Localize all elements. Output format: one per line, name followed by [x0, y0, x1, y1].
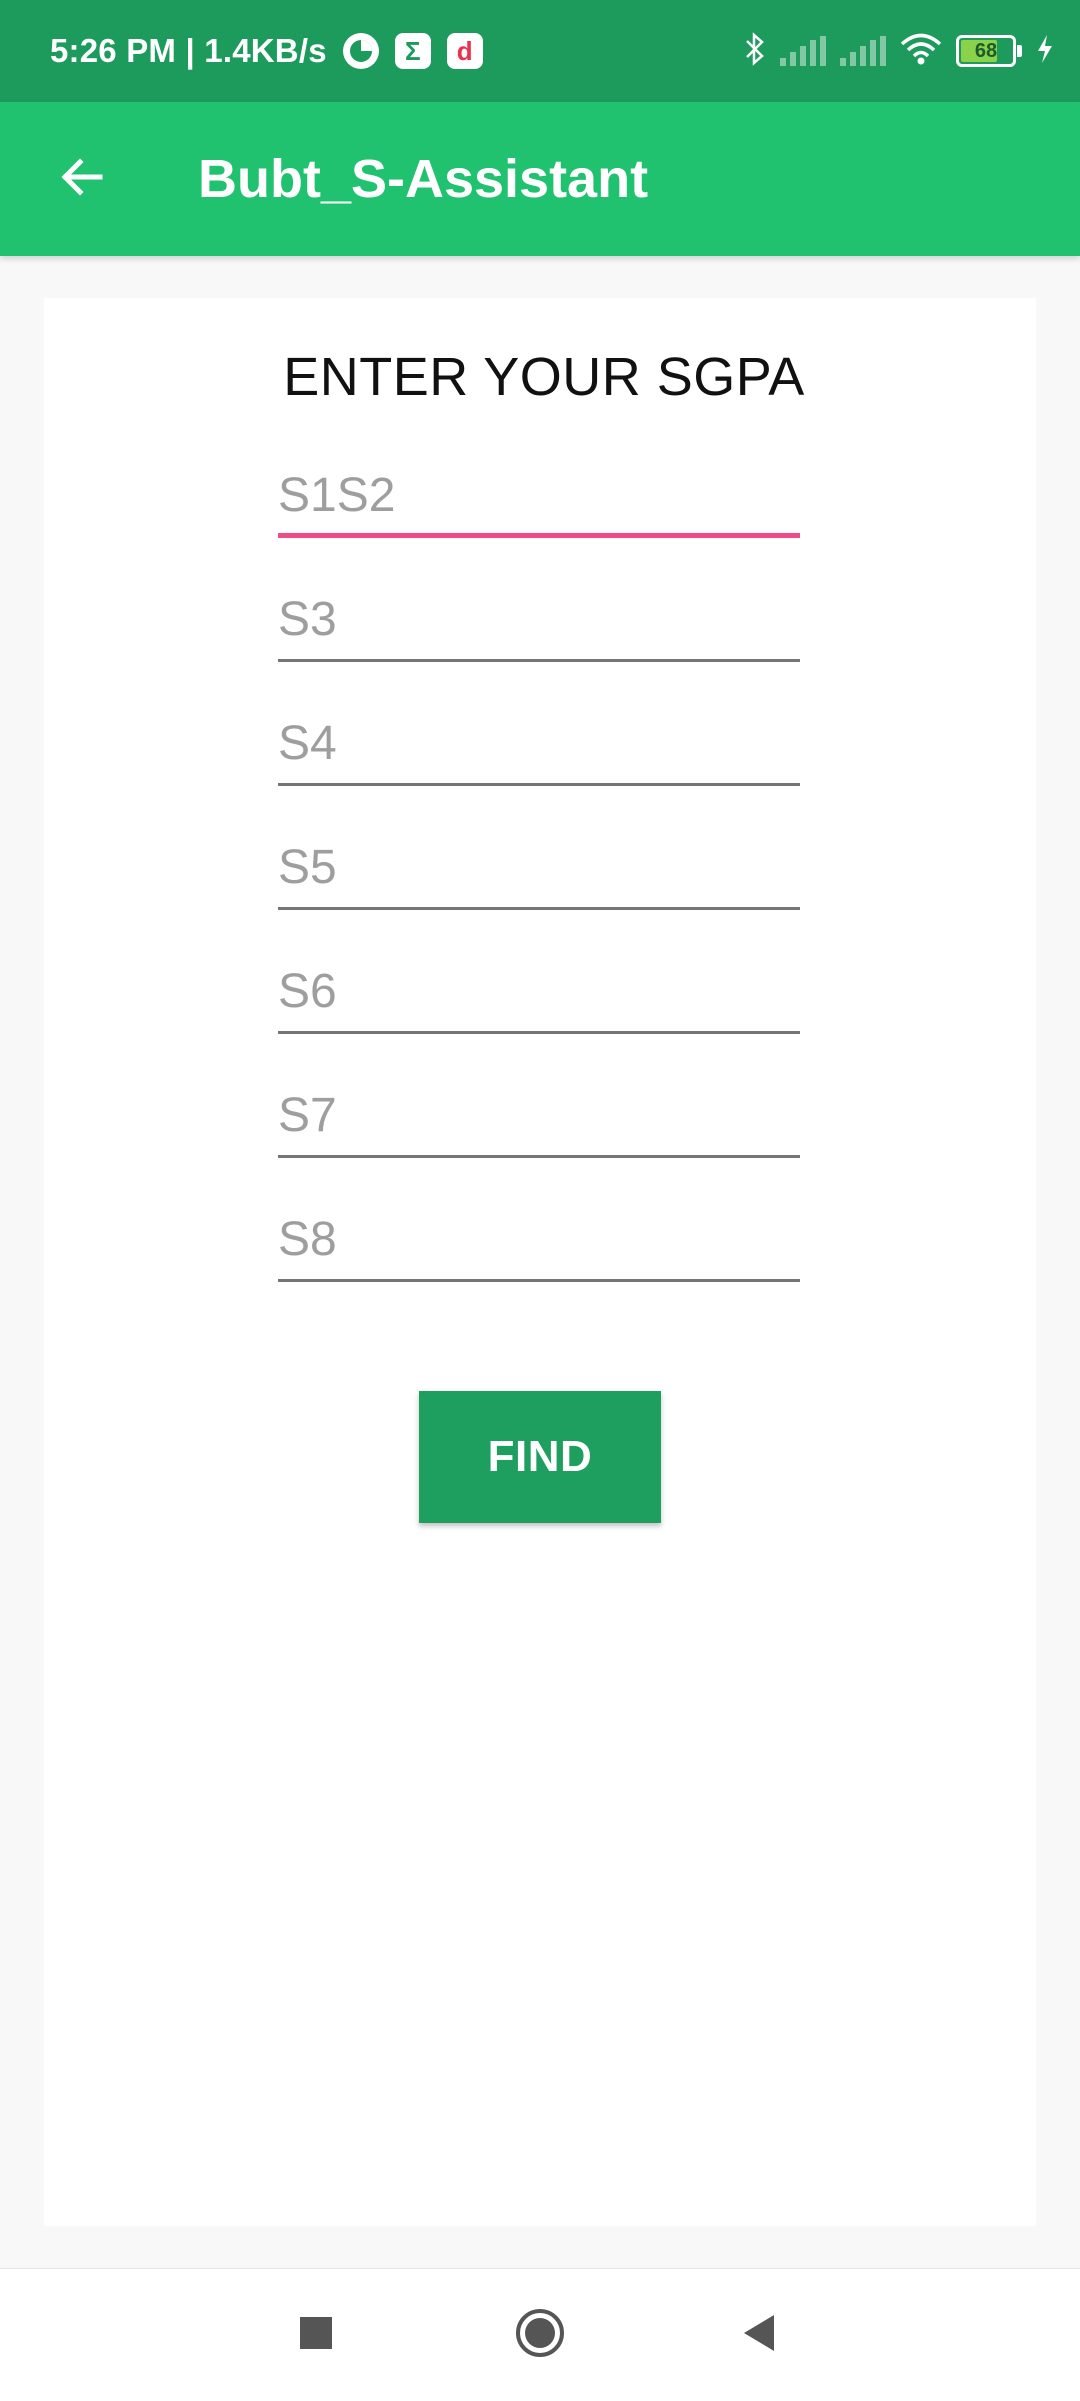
- sgpa-field-s3[interactable]: [278, 584, 800, 662]
- charging-icon: [1036, 34, 1054, 69]
- input-underline: [278, 1031, 800, 1034]
- input-underline: [278, 1155, 800, 1158]
- input-underline: [278, 907, 800, 910]
- battery-level: 68: [974, 39, 998, 62]
- sigma-app-icon: Σ: [394, 33, 431, 69]
- sgpa-field-s7[interactable]: [278, 1080, 800, 1158]
- status-time-speed: 5:26 PM | 1.4KB/s: [50, 32, 327, 69]
- status-bar: 5:26 PM | 1.4KB/s Σ d 68: [0, 0, 1080, 102]
- s3-input[interactable]: [278, 584, 800, 654]
- s4-input[interactable]: [278, 708, 800, 778]
- wifi-icon: [900, 33, 942, 70]
- find-button[interactable]: FIND: [419, 1391, 661, 1523]
- sgpa-field-s5[interactable]: [278, 832, 800, 910]
- recents-square-icon: [298, 2315, 334, 2356]
- battery-icon: 68: [956, 35, 1022, 67]
- sgpa-field-s6[interactable]: [278, 956, 800, 1034]
- home-button[interactable]: [500, 2295, 580, 2375]
- input-underline: [278, 533, 800, 538]
- s6-input[interactable]: [278, 956, 800, 1026]
- s1s2-input[interactable]: [278, 460, 800, 530]
- sgpa-field-s1s2[interactable]: [278, 460, 800, 538]
- bluetooth-icon: [744, 31, 766, 71]
- sgpa-field-s8[interactable]: [278, 1204, 800, 1282]
- home-circle-icon: [514, 2307, 566, 2364]
- signal-icon: [780, 36, 826, 66]
- signal-icon: [840, 36, 886, 66]
- input-underline: [278, 1279, 800, 1282]
- status-bar-right: 68: [744, 0, 1054, 102]
- app-title: Bubt_S-Assistant: [198, 149, 649, 209]
- form-heading: ENTER YOUR SGPA: [283, 347, 805, 407]
- data-saver-icon: [342, 33, 379, 69]
- s8-input[interactable]: [278, 1204, 800, 1274]
- input-underline: [278, 659, 800, 662]
- s7-input[interactable]: [278, 1080, 800, 1150]
- d-app-icon: d: [446, 33, 483, 69]
- status-bar-left: 5:26 PM | 1.4KB/s Σ d: [50, 0, 483, 102]
- recents-button[interactable]: [276, 2295, 356, 2375]
- input-underline: [278, 783, 800, 786]
- arrow-back-icon: [58, 153, 106, 206]
- system-back-button[interactable]: [720, 2295, 800, 2375]
- sgpa-form-card: ENTER YOUR SGPA FIND: [44, 298, 1036, 2226]
- s5-input[interactable]: [278, 832, 800, 902]
- back-triangle-icon: [740, 2313, 780, 2358]
- sgpa-field-s4[interactable]: [278, 708, 800, 786]
- app-bar: Bubt_S-Assistant: [0, 102, 1080, 256]
- navigation-bar: [0, 2268, 1080, 2401]
- back-button[interactable]: [40, 137, 124, 221]
